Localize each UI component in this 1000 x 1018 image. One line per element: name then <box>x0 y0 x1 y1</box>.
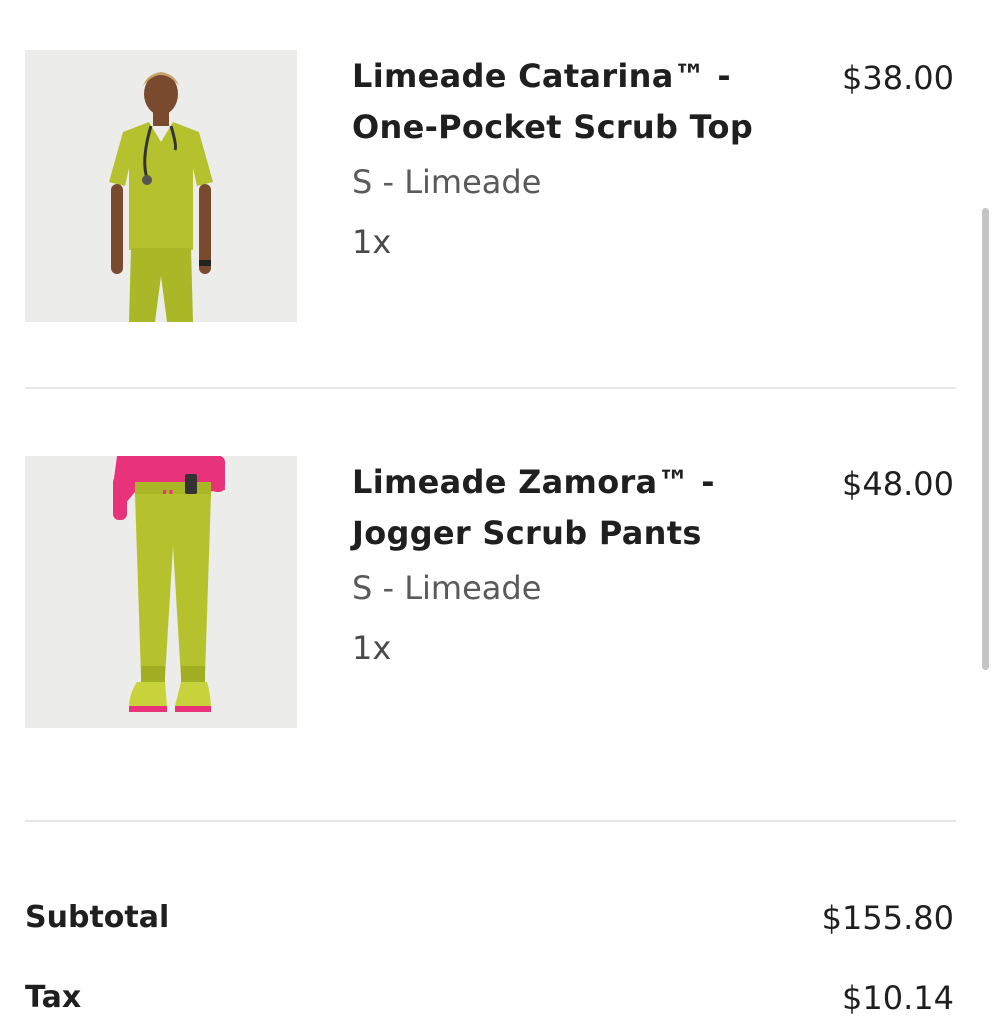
tax-label: Tax <box>25 980 82 1015</box>
subtotal-label: Subtotal <box>25 900 170 935</box>
subtotal-value: $155.80 <box>821 899 954 937</box>
divider <box>25 820 956 822</box>
product-image-scrub-top[interactable] <box>25 50 297 322</box>
product-image-jogger-pants[interactable] <box>25 456 297 728</box>
item-title-line1[interactable]: Limeade Zamora™ - <box>352 456 715 508</box>
item-title-line1[interactable]: Limeade Catarina™ - <box>352 50 731 102</box>
tax-value: $10.14 <box>842 979 954 1017</box>
scrollbar[interactable] <box>982 208 989 670</box>
item-title-line2[interactable]: Jogger Scrub Pants <box>352 507 702 559</box>
item-quantity: 1x <box>352 223 392 261</box>
item-price: $48.00 <box>842 465 954 503</box>
item-price: $38.00 <box>842 59 954 97</box>
item-variant: S - Limeade <box>352 569 542 607</box>
divider <box>25 387 956 389</box>
item-quantity: 1x <box>352 629 392 667</box>
item-variant: S - Limeade <box>352 163 542 201</box>
scrub-top-illustration <box>25 50 297 322</box>
jogger-pants-illustration <box>25 456 297 728</box>
item-title-line2[interactable]: One-Pocket Scrub Top <box>352 101 753 153</box>
